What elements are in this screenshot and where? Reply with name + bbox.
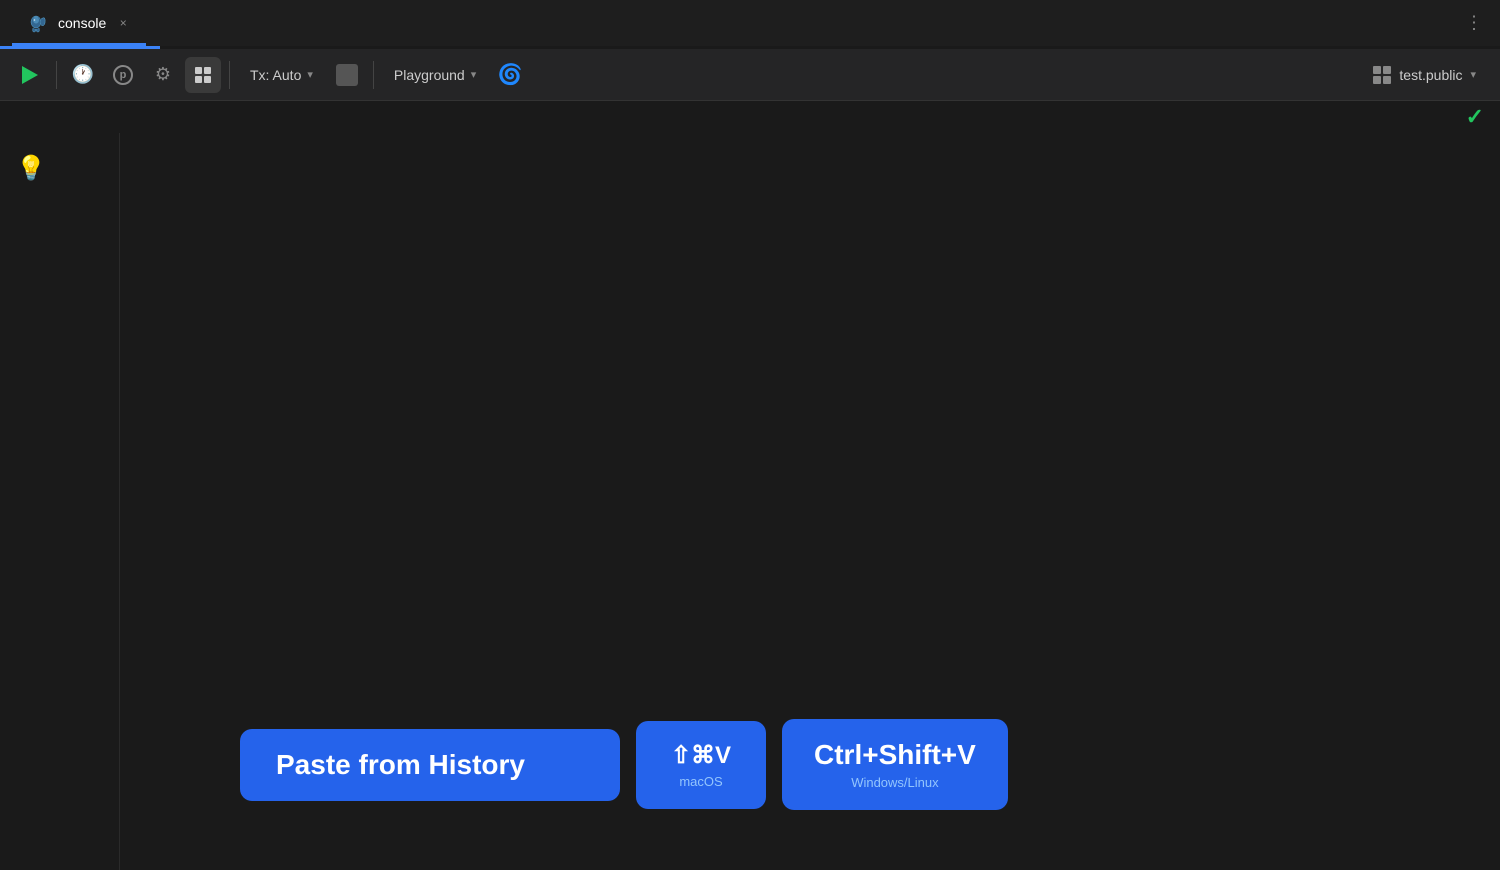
gear-icon: ⚙ bbox=[155, 64, 171, 85]
tx-dropdown[interactable]: Tx: Auto ▾ bbox=[238, 57, 325, 93]
pg-logo-icon bbox=[26, 11, 50, 35]
schema-selector[interactable]: test.public ▾ bbox=[1361, 57, 1488, 93]
macos-shortcut-card[interactable]: ⇧⌘V macOS bbox=[636, 721, 766, 809]
hint-cards: Paste from History ⇧⌘V macOS Ctrl+Shift+… bbox=[240, 719, 1008, 810]
paste-from-history-card[interactable]: Paste from History bbox=[240, 729, 620, 801]
toolbar-divider-1 bbox=[56, 61, 57, 89]
run-button[interactable] bbox=[12, 57, 48, 93]
tab-more-button[interactable]: ⋮ bbox=[1465, 13, 1484, 34]
paste-from-history-label: Paste from History bbox=[276, 749, 525, 780]
ai-button[interactable]: 🌀 bbox=[492, 57, 528, 93]
status-bar: ✓ bbox=[0, 101, 1500, 133]
toolbar-divider-3 bbox=[373, 61, 374, 89]
tx-label: Tx: Auto bbox=[250, 67, 301, 83]
toolbar: 🕐 p ⚙ Tx: Auto ▾ bbox=[0, 49, 1500, 101]
macos-os-label: macOS bbox=[679, 774, 722, 789]
lightbulb-icon: 💡 bbox=[16, 157, 46, 181]
editor-content[interactable]: Paste from History ⇧⌘V macOS Ctrl+Shift+… bbox=[120, 133, 1500, 870]
swirl-icon: 🌀 bbox=[498, 62, 523, 87]
winlinux-keys-label: Ctrl+Shift+V bbox=[814, 739, 976, 771]
playground-label: Playground bbox=[394, 67, 465, 83]
playground-chevron-icon: ▾ bbox=[471, 68, 477, 81]
history-button[interactable]: 🕐 bbox=[65, 57, 101, 93]
schema-label: test.public bbox=[1399, 67, 1462, 83]
explain-button[interactable]: p bbox=[105, 57, 141, 93]
tab-title: console bbox=[58, 15, 106, 31]
grid-view-button[interactable] bbox=[185, 57, 221, 93]
line-gutter: 💡 bbox=[0, 133, 120, 870]
winlinux-os-label: Windows/Linux bbox=[851, 775, 938, 790]
tab-bar: console × ⋮ bbox=[0, 0, 1500, 46]
stop-button[interactable] bbox=[329, 57, 365, 93]
winlinux-shortcut-card[interactable]: Ctrl+Shift+V Windows/Linux bbox=[782, 719, 1008, 810]
schema-chevron-icon: ▾ bbox=[1470, 68, 1476, 81]
macos-keys-label: ⇧⌘V bbox=[671, 741, 731, 770]
app-container: console × ⋮ 🕐 p ⚙ bbox=[0, 0, 1500, 870]
playground-dropdown[interactable]: Playground ▾ bbox=[382, 57, 488, 93]
settings-button[interactable]: ⚙ bbox=[145, 57, 181, 93]
stop-icon bbox=[336, 64, 358, 86]
run-icon bbox=[22, 66, 38, 84]
grid-icon bbox=[193, 65, 213, 85]
tab-close-button[interactable]: × bbox=[114, 14, 132, 32]
connection-status-icon: ✓ bbox=[1466, 104, 1484, 130]
schema-grid-icon bbox=[1373, 66, 1391, 84]
editor-row: 💡 Paste from History ⇧⌘V macOS Ctrl+Shif… bbox=[0, 133, 1500, 870]
tx-chevron-icon: ▾ bbox=[307, 68, 313, 81]
explain-icon: p bbox=[113, 65, 133, 85]
tab-console[interactable]: console × bbox=[12, 0, 146, 46]
clock-icon: 🕐 bbox=[72, 64, 94, 85]
hint-area: 💡 bbox=[0, 141, 119, 181]
toolbar-divider-2 bbox=[229, 61, 230, 89]
